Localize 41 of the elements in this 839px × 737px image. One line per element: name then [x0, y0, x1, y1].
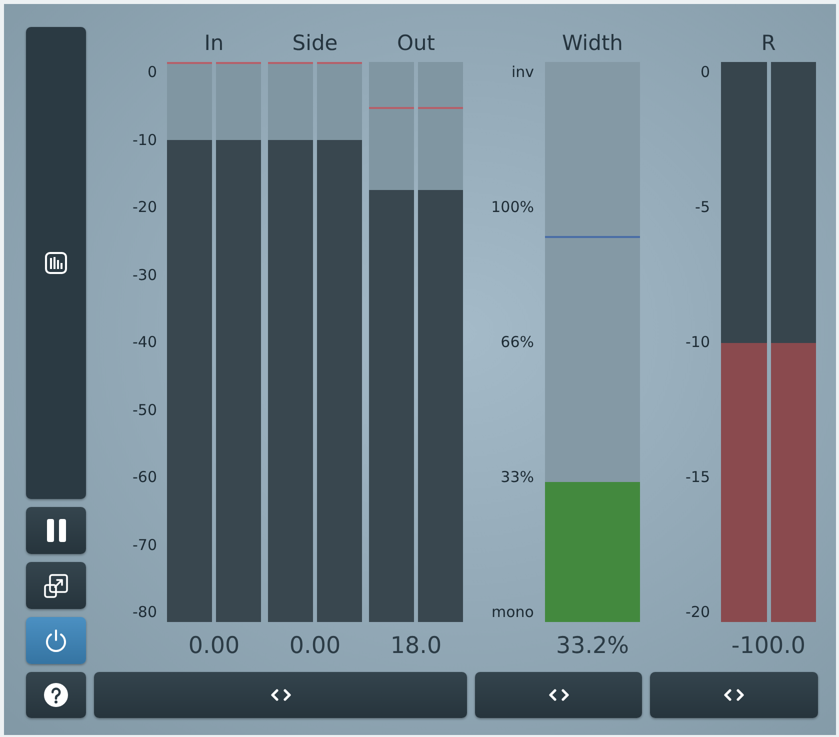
- scale-label: -50: [132, 400, 157, 420]
- chevrons-icon: [723, 689, 745, 701]
- scale-label: -20: [132, 197, 157, 217]
- meter-title: Out: [396, 30, 436, 56]
- scale-label: 0: [147, 62, 157, 82]
- chevrons-icon: [548, 689, 570, 701]
- scale-label: -10: [686, 332, 710, 352]
- meter-reading: 0.00: [188, 632, 240, 660]
- meter-reading: 0.00: [289, 632, 341, 660]
- meter-reading: 33.2%: [556, 632, 630, 660]
- scale-label: -40: [132, 332, 157, 352]
- scale-label: -15: [686, 467, 710, 487]
- scale-label: 100%: [491, 197, 534, 217]
- enlarge-icon: [44, 574, 68, 598]
- power-button[interactable]: [26, 617, 86, 664]
- scale-label: -5: [695, 197, 710, 217]
- meter-title: Side: [292, 30, 338, 56]
- scale-label: -60: [132, 467, 157, 487]
- scale-label: 0: [700, 62, 710, 82]
- chevrons-icon: [270, 689, 292, 701]
- scale-label: -80: [132, 602, 157, 622]
- bar-chart-icon: [45, 252, 67, 274]
- scale-label: -30: [132, 264, 157, 284]
- power-icon: [44, 628, 68, 652]
- meter-reading: 18.0: [390, 632, 442, 660]
- help-icon: [44, 683, 68, 707]
- meter-title: In: [204, 30, 224, 56]
- scale-label: -10: [132, 130, 157, 150]
- meter-reading: -100.0: [731, 632, 806, 660]
- help-button[interactable]: [26, 672, 86, 718]
- scale-label: 66%: [500, 332, 534, 352]
- scale-label: -70: [132, 534, 157, 554]
- pause-button[interactable]: [26, 507, 86, 554]
- scale-label: 33%: [500, 467, 534, 487]
- enlarge-button[interactable]: [26, 562, 86, 609]
- meter-title: Width: [562, 30, 623, 56]
- pause-icon: [46, 519, 66, 542]
- scale-label: inv: [511, 62, 534, 82]
- meter-title: R: [761, 30, 776, 56]
- scale-label: mono: [492, 602, 534, 622]
- scale-label: -20: [686, 602, 710, 622]
